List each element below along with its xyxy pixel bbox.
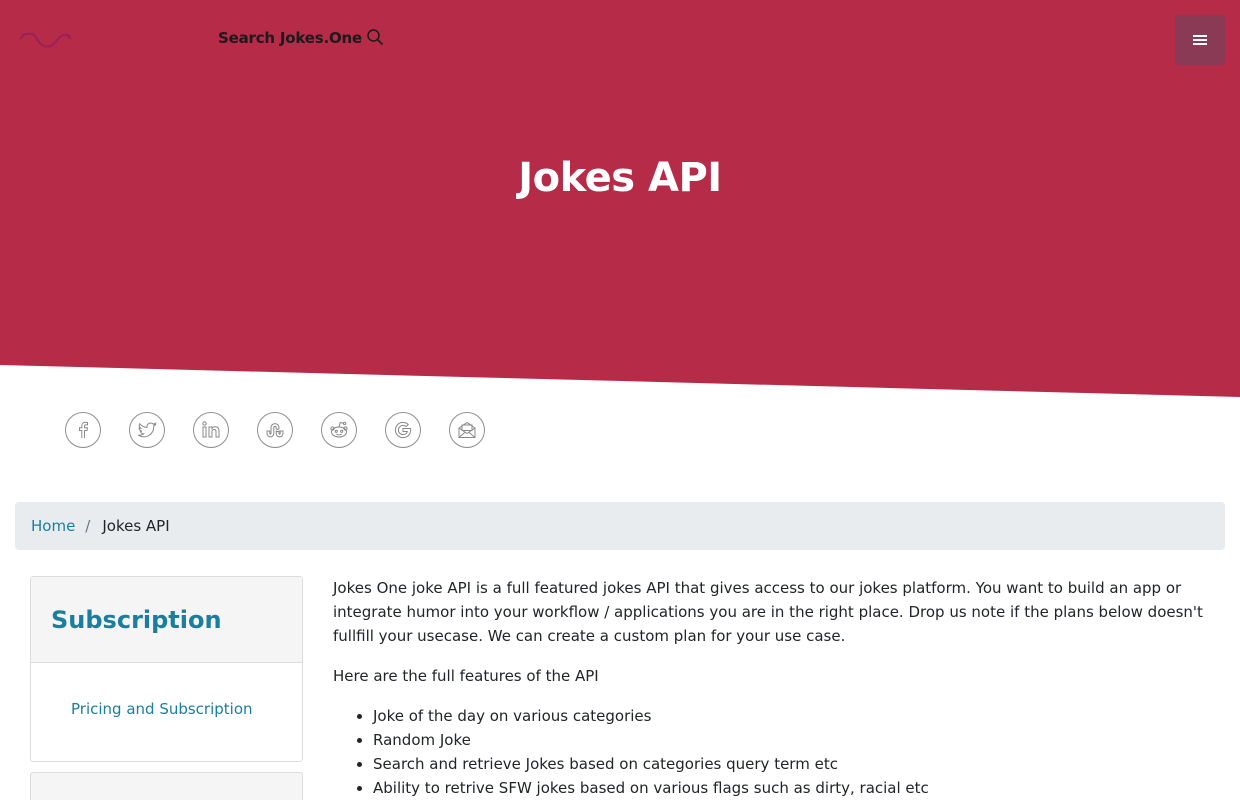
site-logo[interactable] <box>18 22 74 54</box>
stumbleupon-share-button[interactable] <box>257 412 293 448</box>
subscription-card-header: Subscription <box>31 577 302 663</box>
main-content: Jokes One joke API is a full featured jo… <box>333 576 1218 800</box>
subscription-title: Subscription <box>51 605 222 634</box>
features-heading: Here are the full features of the API <box>333 667 599 685</box>
smile-logo-icon <box>19 32 72 48</box>
reddit-icon <box>330 421 348 438</box>
intro-paragraph: Jokes One joke API is a full featured jo… <box>333 579 1203 645</box>
email-share-button[interactable] <box>449 412 485 448</box>
features-list: Joke of the day on various categories Ra… <box>333 704 1218 800</box>
google-icon <box>394 421 412 439</box>
facebook-icon <box>79 421 88 438</box>
list-item: Joke of the day on various categories <box>373 704 1218 728</box>
pricing-subscription-link[interactable]: Pricing and Subscription <box>71 700 253 718</box>
hamburger-icon <box>1193 35 1207 45</box>
subscription-card-body: Pricing and Subscription <box>31 663 302 718</box>
breadcrumb-home-link[interactable]: Home <box>31 517 75 535</box>
menu-toggle-button[interactable] <box>1175 15 1225 65</box>
stumbleupon-icon <box>266 423 284 438</box>
email-icon <box>458 421 476 438</box>
google-share-button[interactable] <box>385 412 421 448</box>
search-jokes-link[interactable]: Search Jokes.One <box>218 29 384 47</box>
subscription-card: Subscription Pricing and Subscription <box>30 576 303 762</box>
list-item: Ability to retrive SFW jokes based on va… <box>373 776 1218 800</box>
hero-banner: Search Jokes.One Jokes API <box>0 0 1240 400</box>
sidebar-card-secondary <box>30 772 303 800</box>
page-title: Jokes API <box>518 155 722 201</box>
breadcrumb-current: Jokes API <box>102 517 170 535</box>
share-buttons <box>65 412 485 450</box>
search-icon <box>367 29 384 46</box>
reddit-share-button[interactable] <box>321 412 357 448</box>
twitter-icon <box>138 422 157 438</box>
breadcrumb: Home / Jokes API <box>15 502 1225 550</box>
list-item: Search and retrieve Jokes based on categ… <box>373 752 1218 776</box>
twitter-share-button[interactable] <box>129 412 165 448</box>
search-label: Search Jokes.One <box>218 29 362 47</box>
linkedin-icon <box>202 421 220 438</box>
breadcrumb-separator: / <box>85 517 91 535</box>
facebook-share-button[interactable] <box>65 412 101 448</box>
list-item: Random Joke <box>373 728 1218 752</box>
linkedin-share-button[interactable] <box>193 412 229 448</box>
